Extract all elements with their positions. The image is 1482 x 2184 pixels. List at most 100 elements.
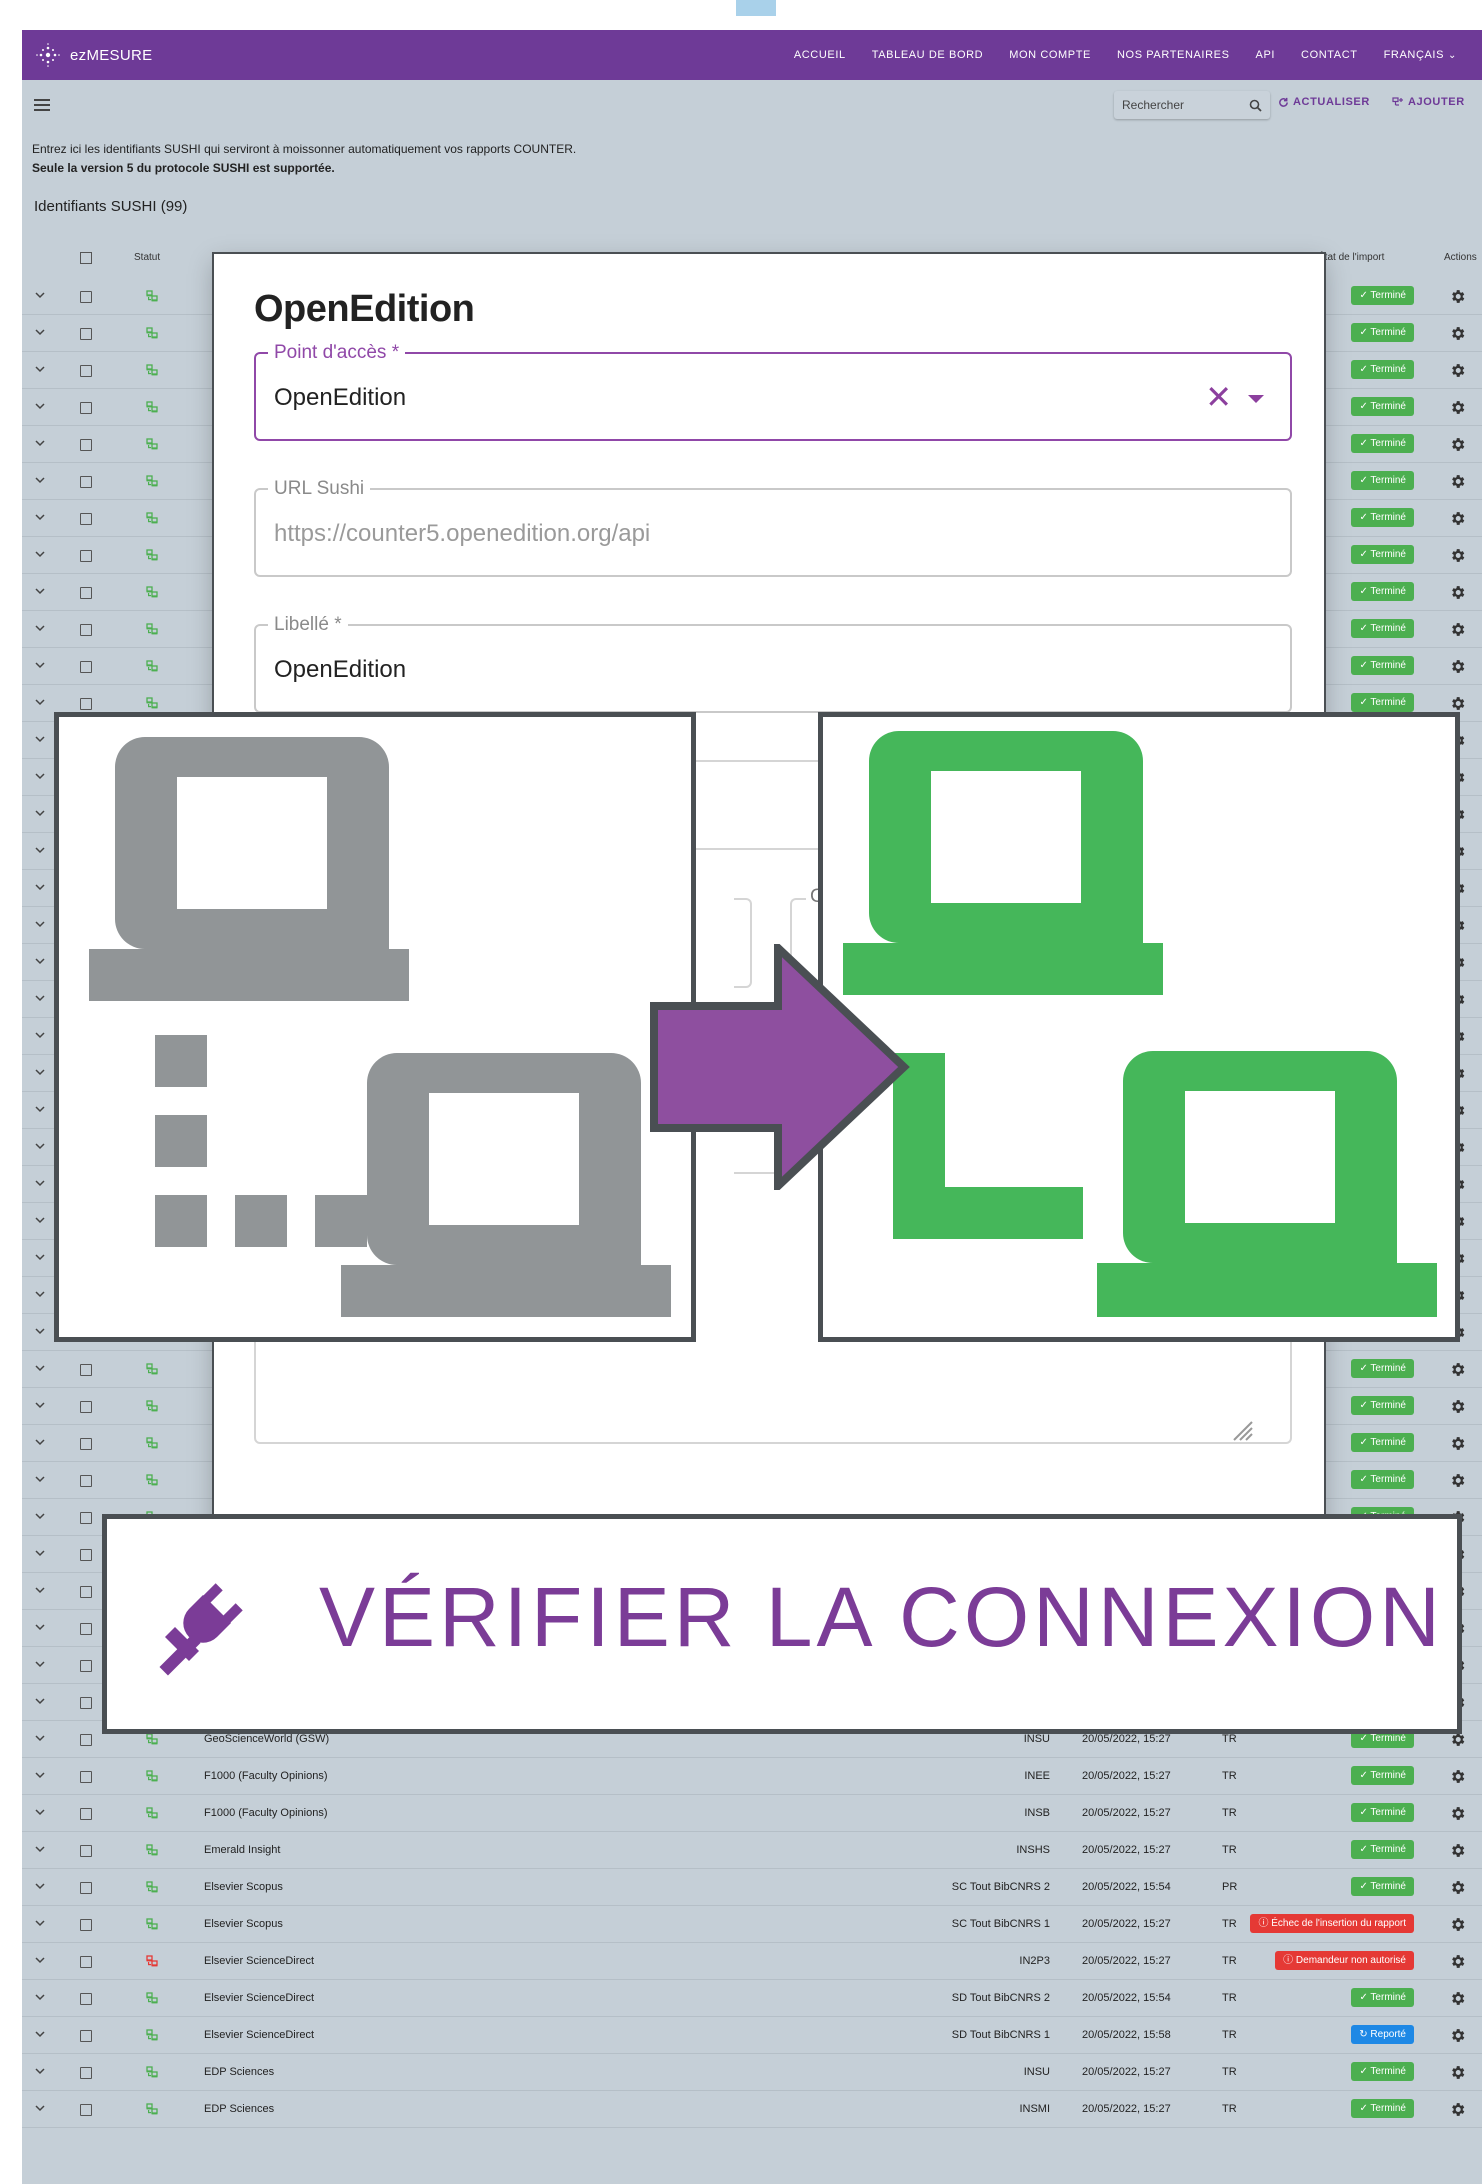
row-checkbox[interactable] (80, 1771, 92, 1783)
menu-icon[interactable] (34, 99, 50, 111)
add-button[interactable]: AJOUTER (1392, 96, 1465, 108)
expand-chevron-icon[interactable] (35, 1437, 45, 1447)
row-checkbox[interactable] (80, 1364, 92, 1376)
expand-chevron-icon[interactable] (35, 623, 45, 633)
settings-gear-icon[interactable] (1449, 1916, 1466, 1933)
expand-chevron-icon[interactable] (35, 512, 45, 522)
expand-chevron-icon[interactable] (35, 1733, 45, 1743)
libelle-field[interactable]: Libellé * OpenEdition (254, 614, 1292, 713)
expand-chevron-icon[interactable] (35, 1659, 45, 1669)
expand-chevron-icon[interactable] (35, 1104, 45, 1114)
row-checkbox[interactable] (80, 1882, 92, 1894)
settings-gear-icon[interactable] (1449, 436, 1466, 453)
row-checkbox[interactable] (80, 1512, 92, 1524)
row-checkbox[interactable] (80, 1808, 92, 1820)
verify-connection-button[interactable]: VÉRIFIER LA CONNEXION (102, 1514, 1462, 1734)
expand-chevron-icon[interactable] (35, 1474, 45, 1484)
table-row[interactable]: Elsevier Scopus SC Tout BibCNRS 1 20/05/20… (22, 1906, 1482, 1943)
table-row[interactable]: F1000 (Faculty Opinions) INEE 20/05/2022, … (22, 1758, 1482, 1795)
row-checkbox[interactable] (80, 1993, 92, 2005)
row-checkbox[interactable] (80, 698, 92, 710)
expand-chevron-icon[interactable] (35, 1992, 45, 2002)
settings-gear-icon[interactable] (1449, 1805, 1466, 1822)
search-input[interactable]: Rechercher (1114, 91, 1270, 119)
settings-gear-icon[interactable] (1449, 288, 1466, 305)
refresh-button[interactable]: ACTUALISER (1278, 96, 1370, 108)
row-checkbox[interactable] (80, 2030, 92, 2042)
table-row[interactable]: Elsevier ScienceDirect IN2P3 20/05/2022, 1… (22, 1943, 1482, 1980)
expand-chevron-icon[interactable] (35, 1252, 45, 1262)
logo[interactable]: ezMESURE (34, 41, 152, 69)
table-row[interactable]: Emerald Insight INSHS 20/05/2022, 15:27 TR ✓… (22, 1832, 1482, 1869)
row-checkbox[interactable] (80, 587, 92, 599)
expand-chevron-icon[interactable] (35, 364, 45, 374)
expand-chevron-icon[interactable] (35, 845, 45, 855)
row-checkbox[interactable] (80, 1475, 92, 1487)
expand-chevron-icon[interactable] (35, 882, 45, 892)
settings-gear-icon[interactable] (1449, 584, 1466, 601)
table-row[interactable]: Elsevier ScienceDirect SD Tout BibCNRS 1 2… (22, 2017, 1482, 2054)
settings-gear-icon[interactable] (1449, 510, 1466, 527)
expand-chevron-icon[interactable] (35, 1881, 45, 1891)
expand-chevron-icon[interactable] (35, 919, 45, 929)
row-checkbox[interactable] (80, 624, 92, 636)
settings-gear-icon[interactable] (1449, 621, 1466, 638)
expand-chevron-icon[interactable] (35, 1511, 45, 1521)
expand-chevron-icon[interactable] (35, 1548, 45, 1558)
expand-chevron-icon[interactable] (35, 1844, 45, 1854)
row-checkbox[interactable] (80, 1401, 92, 1413)
table-row[interactable]: EDP Sciences INSMI 20/05/2022, 15:27 TR ✓ Te… (22, 2091, 1482, 2128)
expand-chevron-icon[interactable] (35, 475, 45, 485)
expand-chevron-icon[interactable] (35, 1178, 45, 1188)
settings-gear-icon[interactable] (1449, 1398, 1466, 1415)
expand-chevron-icon[interactable] (35, 401, 45, 411)
row-checkbox[interactable] (80, 1586, 92, 1598)
settings-gear-icon[interactable] (1449, 1361, 1466, 1378)
expand-chevron-icon[interactable] (35, 1326, 45, 1336)
endpoint-select[interactable]: Point d'accès * OpenEdition ✕ (254, 342, 1292, 441)
row-checkbox[interactable] (80, 402, 92, 414)
expand-chevron-icon[interactable] (35, 734, 45, 744)
expand-chevron-icon[interactable] (35, 586, 45, 596)
nav-nos-partenaires[interactable]: NOS PARTENAIRES (1104, 49, 1243, 61)
settings-gear-icon[interactable] (1449, 1842, 1466, 1859)
row-checkbox[interactable] (80, 476, 92, 488)
settings-gear-icon[interactable] (1449, 1472, 1466, 1489)
row-checkbox[interactable] (80, 291, 92, 303)
expand-chevron-icon[interactable] (35, 2029, 45, 2039)
expand-chevron-icon[interactable] (35, 1289, 45, 1299)
expand-chevron-icon[interactable] (35, 290, 45, 300)
expand-chevron-icon[interactable] (35, 771, 45, 781)
expand-chevron-icon[interactable] (35, 660, 45, 670)
row-checkbox[interactable] (80, 439, 92, 451)
col-status[interactable]: Statut (134, 252, 160, 263)
settings-gear-icon[interactable] (1449, 1990, 1466, 2007)
settings-gear-icon[interactable] (1449, 399, 1466, 416)
row-checkbox[interactable] (80, 550, 92, 562)
expand-chevron-icon[interactable] (35, 2066, 45, 2076)
nav-accueil[interactable]: ACCUEIL (781, 49, 859, 61)
row-checkbox[interactable] (80, 1734, 92, 1746)
resize-handle-icon[interactable] (1226, 1414, 1254, 1442)
settings-gear-icon[interactable] (1449, 2101, 1466, 2118)
expand-chevron-icon[interactable] (35, 697, 45, 707)
row-checkbox[interactable] (80, 2067, 92, 2079)
settings-gear-icon[interactable] (1449, 1768, 1466, 1785)
row-checkbox[interactable] (80, 1438, 92, 1450)
settings-gear-icon[interactable] (1449, 362, 1466, 379)
expand-chevron-icon[interactable] (35, 1918, 45, 1928)
expand-chevron-icon[interactable] (35, 1585, 45, 1595)
expand-chevron-icon[interactable] (35, 327, 45, 337)
expand-chevron-icon[interactable] (35, 1215, 45, 1225)
expand-chevron-icon[interactable] (35, 1807, 45, 1817)
nav-contact[interactable]: CONTACT (1288, 49, 1371, 61)
language-selector[interactable]: FRANÇAIS ⌄ (1371, 49, 1470, 61)
row-checkbox[interactable] (80, 328, 92, 340)
row-checkbox[interactable] (80, 513, 92, 525)
nav-api[interactable]: API (1243, 49, 1289, 61)
settings-gear-icon[interactable] (1449, 1953, 1466, 1970)
table-row[interactable]: Elsevier ScienceDirect SD Tout BibCNRS 2 2… (22, 1980, 1482, 2017)
row-checkbox[interactable] (80, 1660, 92, 1672)
row-checkbox[interactable] (80, 1549, 92, 1561)
expand-chevron-icon[interactable] (35, 956, 45, 966)
